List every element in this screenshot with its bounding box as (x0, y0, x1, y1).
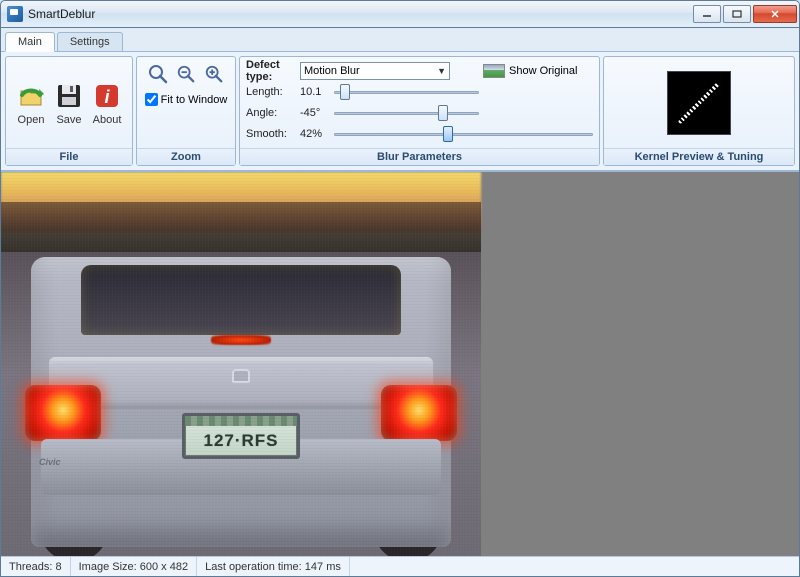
show-original-button[interactable]: Show Original (483, 64, 593, 78)
save-icon (53, 80, 85, 112)
status-image-size: Image Size: 600 x 482 (71, 557, 197, 576)
angle-slider[interactable] (334, 105, 479, 121)
tab-main[interactable]: Main (5, 32, 55, 52)
length-slider[interactable] (334, 84, 479, 100)
close-button[interactable] (753, 5, 797, 23)
about-label: About (93, 114, 122, 126)
statusbar: Threads: 8 Image Size: 600 x 482 Last op… (1, 556, 799, 576)
panel-file: Open Save i About File (5, 56, 133, 166)
defect-type-label: Defect type: (246, 59, 296, 83)
panel-blur: Defect type: Motion Blur ▼ Show Original… (239, 56, 600, 166)
smooth-value: 42% (300, 128, 328, 140)
defect-type-value: Motion Blur (304, 65, 360, 77)
open-button[interactable]: Open (12, 80, 50, 126)
status-threads: Threads: 8 (1, 557, 71, 576)
panel-blur-label: Blur Parameters (240, 148, 599, 165)
smooth-slider[interactable] (334, 126, 593, 142)
open-icon (15, 80, 47, 112)
kernel-preview-image (667, 71, 731, 135)
app-icon (7, 6, 23, 22)
image-canvas: 127·RFS Civic (1, 172, 481, 556)
chevron-down-icon: ▼ (437, 66, 446, 76)
defect-type-combo[interactable]: Motion Blur ▼ (300, 62, 450, 80)
zoom-in-button[interactable] (201, 61, 227, 87)
tabstrip: Main Settings (1, 28, 799, 52)
panel-zoom: Fit to Window Zoom (136, 56, 236, 166)
smooth-label: Smooth: (246, 128, 296, 140)
fit-to-window-checkbox[interactable] (145, 93, 158, 106)
panel-kernel: Kernel Preview & Tuning (603, 56, 795, 166)
car-badge: Civic (39, 457, 61, 467)
fit-to-window-label: Fit to Window (161, 94, 228, 106)
tab-settings[interactable]: Settings (57, 32, 123, 51)
open-label: Open (18, 114, 45, 126)
length-value: 10.1 (300, 86, 328, 98)
license-plate-text: 127·RFS (185, 416, 297, 456)
panel-file-label: File (6, 148, 132, 165)
ribbon: Open Save i About File (1, 52, 799, 171)
titlebar: SmartDeblur (0, 0, 800, 28)
angle-value: -45° (300, 107, 328, 119)
zoom-out-button[interactable] (173, 61, 199, 87)
workspace[interactable]: 127·RFS Civic (1, 171, 799, 556)
show-original-label: Show Original (509, 65, 577, 77)
status-last-op: Last operation time: 147 ms (197, 557, 350, 576)
about-button[interactable]: i About (88, 80, 126, 126)
info-icon: i (91, 80, 123, 112)
maximize-button[interactable] (723, 5, 751, 23)
window-title: SmartDeblur (28, 7, 95, 21)
picture-icon (483, 64, 505, 78)
minimize-button[interactable] (693, 5, 721, 23)
panel-zoom-label: Zoom (137, 148, 235, 165)
save-button[interactable]: Save (50, 80, 88, 126)
angle-label: Angle: (246, 107, 296, 119)
length-label: Length: (246, 86, 296, 98)
save-label: Save (56, 114, 81, 126)
zoom-reset-button[interactable] (145, 61, 171, 87)
panel-kernel-label: Kernel Preview & Tuning (604, 148, 794, 165)
